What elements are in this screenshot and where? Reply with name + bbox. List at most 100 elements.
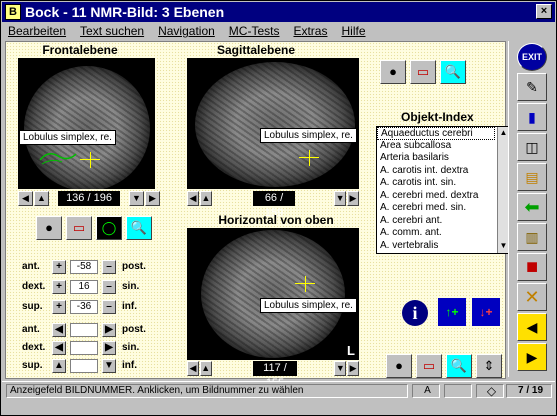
- list-item[interactable]: Area subcallosa: [377, 140, 495, 153]
- sagittal-title: Sagittalebene: [216, 43, 296, 57]
- page-counter[interactable]: 7 / 19: [506, 384, 552, 398]
- menu-extras[interactable]: Extras: [293, 24, 327, 38]
- sagittal-mri-image[interactable]: Lobulus simplex, re.: [187, 58, 359, 189]
- text-card-button[interactable]: ▭: [410, 60, 436, 84]
- close-button[interactable]: ×: [536, 4, 552, 19]
- move-label-sin: sin.: [122, 342, 140, 353]
- frontal-down-button[interactable]: ▼: [129, 191, 144, 206]
- previous-icon[interactable]: ◀: [517, 313, 547, 341]
- horizontal-mri-image[interactable]: Lobulus simplex, re. L: [187, 228, 359, 360]
- list-item[interactable]: Arteria basilaris: [377, 152, 495, 165]
- frontal-next-button[interactable]: ▶: [145, 191, 160, 206]
- folder-down-icon[interactable]: ↓+: [472, 298, 500, 326]
- move-ant-field[interactable]: [70, 323, 98, 337]
- list-item[interactable]: A. cerebri med. sin.: [377, 202, 495, 215]
- dext-decrease-button[interactable]: –: [102, 280, 116, 294]
- sagittal-image-counter[interactable]: 66 / 159: [252, 191, 296, 219]
- status-message: Anzeigefeld BILDNUMMER. Anklicken, um Bi…: [6, 384, 408, 398]
- frontal-mri-image[interactable]: Lobulus simplex, re.: [18, 58, 155, 189]
- horizontal-magnifier-button[interactable]: 🔍: [446, 354, 472, 378]
- list-item[interactable]: Aquaeductus cerebri: [377, 127, 495, 140]
- info-icon[interactable]: i: [402, 300, 428, 326]
- arrow-left-icon[interactable]: ⬅: [517, 193, 547, 221]
- sagittal-crosshair: [299, 150, 319, 166]
- application-window: B Bock - 11 NMR-Bild: 3 Ebenen × Bearbei…: [0, 0, 557, 416]
- horizontal-callout: Lobulus simplex, re.: [260, 298, 357, 313]
- coord-label-sin: sin.: [122, 281, 140, 292]
- horizontal-up-button[interactable]: ▲: [199, 361, 212, 376]
- list-item[interactable]: A. vertebralis: [377, 240, 495, 253]
- frontal-image-counter[interactable]: 136 / 196: [58, 191, 120, 206]
- frontal-magnifier-button[interactable]: 🔍: [126, 216, 152, 240]
- sup-increase-button[interactable]: +: [52, 300, 66, 314]
- move-sup-down-button[interactable]: ▼: [102, 359, 116, 373]
- compress-view-button[interactable]: ⇕: [476, 354, 502, 378]
- coord-label-dext: dext.: [22, 281, 46, 292]
- open-book-icon[interactable]: ◫: [517, 133, 547, 161]
- ant-increase-button[interactable]: +: [52, 260, 66, 274]
- dext-increase-button[interactable]: +: [52, 280, 66, 294]
- sagittal-down-button[interactable]: ▼: [334, 191, 347, 206]
- object-index-list[interactable]: Aquaeductus cerebri Area subcallosa Arte…: [376, 126, 510, 254]
- list-item[interactable]: A. cerebri ant.: [377, 215, 495, 228]
- page-icon[interactable]: ▤: [517, 163, 547, 191]
- cancel-icon[interactable]: ✕: [517, 283, 547, 311]
- move-dext-right-button[interactable]: ▶: [102, 341, 116, 355]
- list-item[interactable]: A. cerebri med. dextra: [377, 190, 495, 203]
- stop-icon[interactable]: ■: [517, 253, 547, 281]
- list-item[interactable]: A. carotis int. sin.: [377, 177, 495, 190]
- frontal-structure-outline: [39, 153, 77, 165]
- horizontal-prev-button[interactable]: ◀: [187, 361, 199, 376]
- magnifier-button[interactable]: 🔍: [440, 60, 466, 84]
- menu-text-suchen[interactable]: Text suchen: [80, 24, 144, 38]
- menu-navigation[interactable]: Navigation: [158, 24, 215, 38]
- menu-hilfe[interactable]: Hilfe: [341, 24, 365, 38]
- move-ant-right-button[interactable]: ▶: [102, 323, 116, 337]
- menu-mc-tests[interactable]: MC-Tests: [229, 24, 280, 38]
- move-label-post: post.: [122, 324, 146, 335]
- horizontal-text-card-button[interactable]: ▭: [416, 354, 442, 378]
- sagittal-up-button[interactable]: ▲: [199, 191, 212, 206]
- point-tool-button[interactable]: ●: [380, 60, 406, 84]
- menu-bearbeiten[interactable]: Bearbeiten: [8, 24, 66, 38]
- sagittal-next-button[interactable]: ▶: [347, 191, 359, 206]
- status-indicator: [444, 384, 472, 398]
- dext-value-field[interactable]: 16: [70, 280, 98, 294]
- contour-button[interactable]: ◯: [96, 216, 122, 240]
- coord-label-ant: ant.: [22, 261, 40, 272]
- list-item[interactable]: A. carotis int. dextra: [377, 165, 495, 178]
- frontal-navigator: ◀ ▲ 136 / 196 ▼ ▶: [18, 190, 160, 207]
- coord-label-sup: sup.: [22, 301, 43, 312]
- title-bar: B Bock - 11 NMR-Bild: 3 Ebenen ×: [2, 2, 555, 22]
- ant-decrease-button[interactable]: –: [102, 260, 116, 274]
- folder-up-icon[interactable]: ↑+: [438, 298, 466, 326]
- exit-icon[interactable]: EXIT: [517, 43, 547, 71]
- list-item[interactable]: A. comm. ant.: [377, 227, 495, 240]
- bookmark-icon[interactable]: ▮: [517, 103, 547, 131]
- frontal-text-card-button[interactable]: ▭: [66, 216, 92, 240]
- horizontal-navigator: ◀ ▲ 117 / 155 ▼ ▶: [187, 360, 359, 389]
- horizontal-point-button[interactable]: ●: [386, 354, 412, 378]
- next-icon[interactable]: ▶: [517, 343, 547, 371]
- ant-value-field[interactable]: -58: [70, 260, 98, 274]
- horizontal-image-counter[interactable]: 117 / 155: [252, 361, 298, 389]
- frontal-crosshair: [80, 152, 100, 168]
- move-sup-field[interactable]: [70, 359, 98, 373]
- move-label-sup: sup.: [22, 360, 43, 371]
- diamond-icon[interactable]: ◇: [476, 384, 504, 398]
- move-ant-left-button[interactable]: ◀: [52, 323, 66, 337]
- move-sup-up-button[interactable]: ▲: [52, 359, 66, 373]
- move-dext-field[interactable]: [70, 341, 98, 355]
- sagittal-navigator: ◀ ▲ 66 / 159 ▼ ▶: [187, 190, 359, 219]
- book-stack-icon[interactable]: ▥: [517, 223, 547, 251]
- sup-decrease-button[interactable]: –: [102, 300, 116, 314]
- horizontal-down-button[interactable]: ▼: [334, 361, 347, 376]
- frontal-up-button[interactable]: ▲: [34, 191, 49, 206]
- horizontal-next-button[interactable]: ▶: [347, 361, 359, 376]
- notepad-icon[interactable]: ✎: [517, 73, 547, 101]
- move-dext-left-button[interactable]: ◀: [52, 341, 66, 355]
- sagittal-prev-button[interactable]: ◀: [187, 191, 199, 206]
- sup-value-field[interactable]: -36: [70, 300, 98, 314]
- frontal-prev-button[interactable]: ◀: [18, 191, 33, 206]
- frontal-point-button[interactable]: ●: [36, 216, 62, 240]
